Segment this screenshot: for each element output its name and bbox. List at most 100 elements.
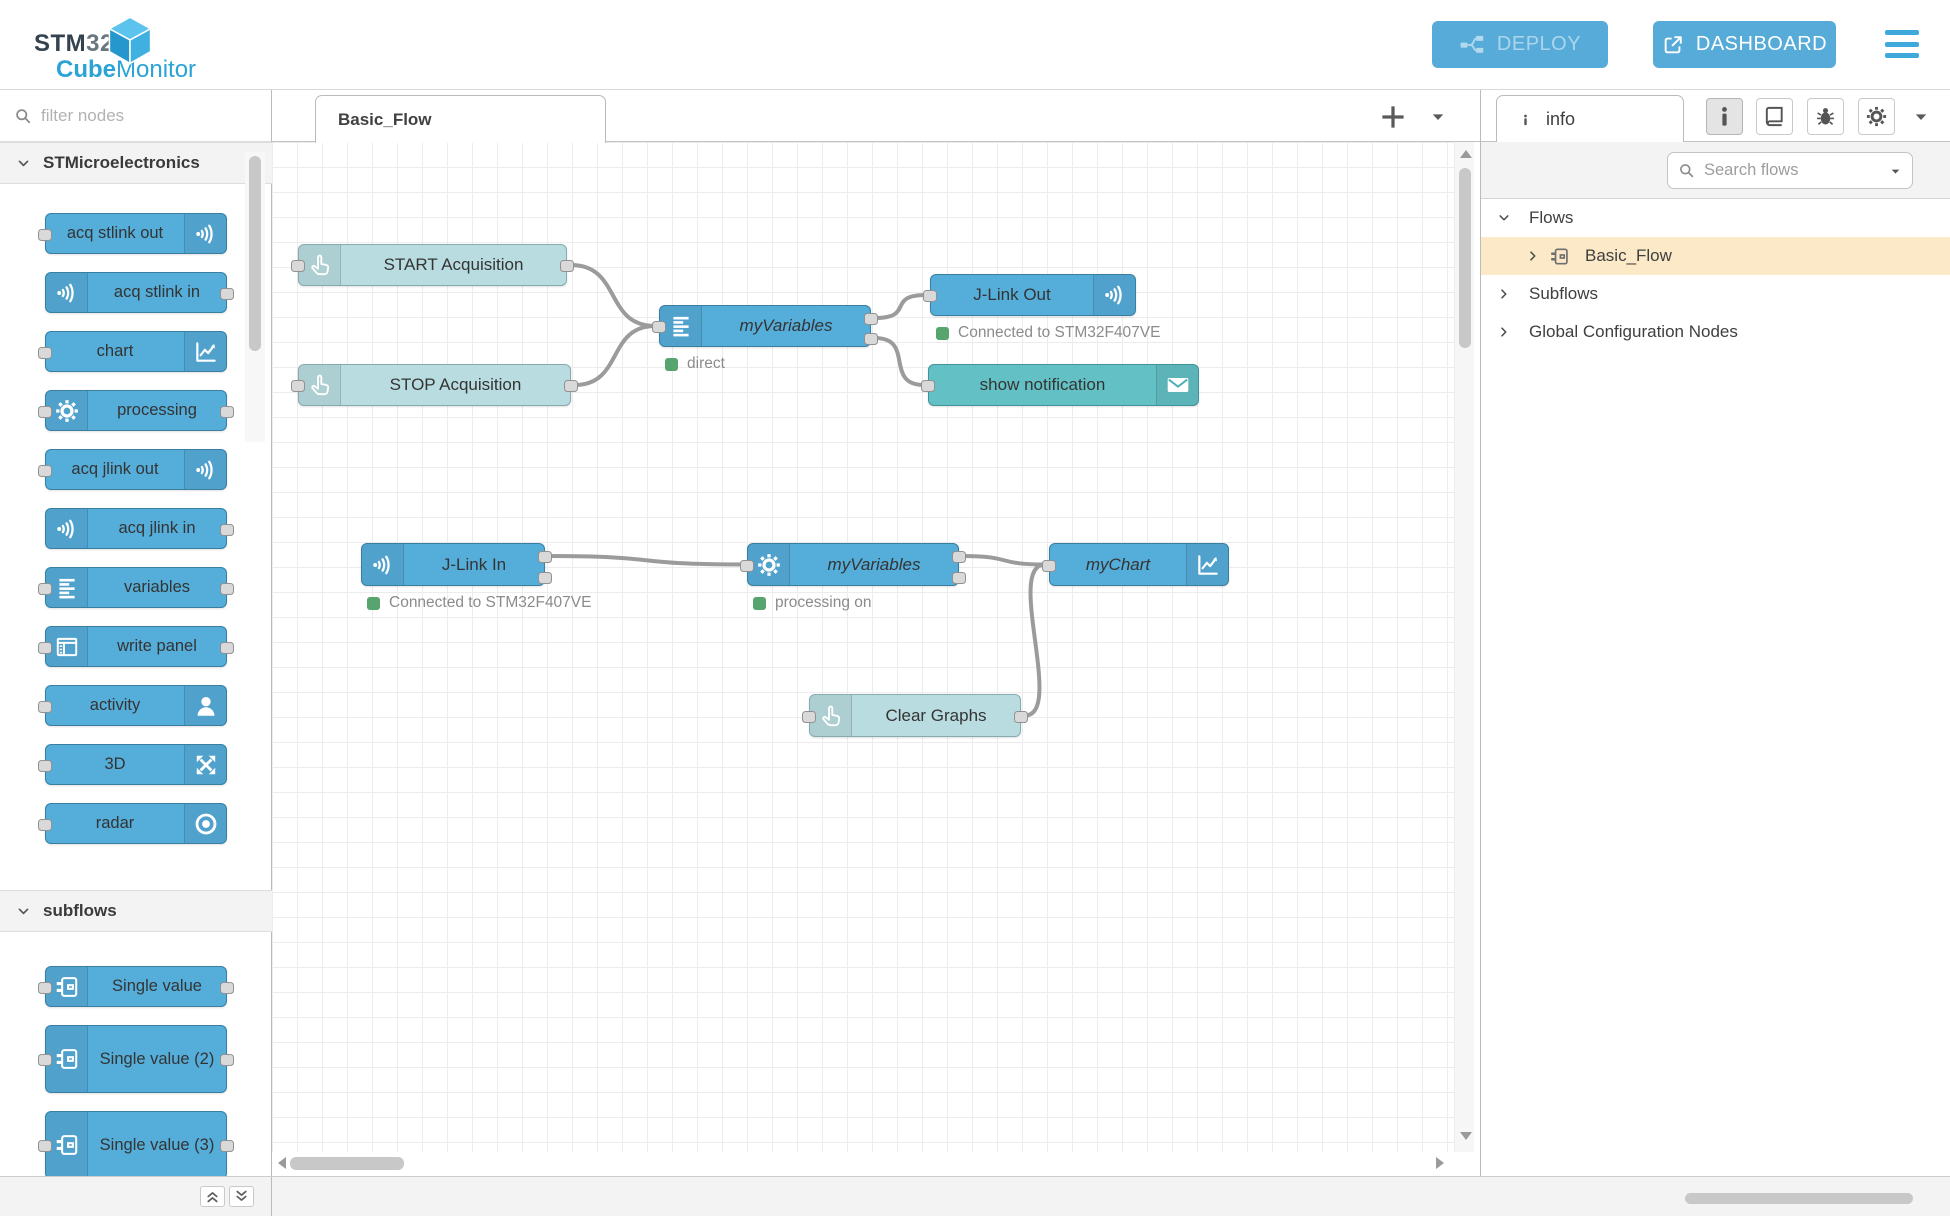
- node-port-input[interactable]: [38, 819, 52, 831]
- wire[interactable]: [575, 326, 655, 385]
- tree-item-flows[interactable]: Flows: [1481, 199, 1950, 237]
- scroll-left-arrow[interactable]: [278, 1157, 286, 1169]
- wire[interactable]: [875, 295, 926, 318]
- sidebar-config-button[interactable]: [1858, 98, 1895, 135]
- node-port-input[interactable]: [38, 760, 52, 772]
- node-port-input[interactable]: [38, 347, 52, 359]
- tree-item-subflows[interactable]: Subflows: [1481, 275, 1950, 313]
- tab-basic-flow[interactable]: Basic_Flow: [315, 95, 606, 143]
- flows-search-input[interactable]: [1704, 153, 1879, 188]
- flow-node-show-notification[interactable]: show notification: [928, 364, 1199, 406]
- node-port-input[interactable]: [38, 1140, 52, 1152]
- palette-node-single-value-3[interactable]: Single value (3): [45, 1111, 227, 1179]
- flow-node-stop-acquisition[interactable]: STOP Acquisition: [298, 364, 571, 406]
- tab-info[interactable]: info: [1496, 95, 1684, 143]
- node-port-output[interactable]: [220, 1140, 234, 1152]
- node-port-output[interactable]: [538, 551, 552, 563]
- collapse-all-button[interactable]: [200, 1186, 225, 1207]
- node-port-output[interactable]: [560, 260, 574, 272]
- palette-node-activity[interactable]: activity: [45, 685, 227, 726]
- node-port-input[interactable]: [921, 380, 935, 392]
- chevron-right-icon[interactable]: [1497, 287, 1511, 301]
- node-port-output[interactable]: [564, 380, 578, 392]
- node-port-input[interactable]: [38, 982, 52, 994]
- node-port-output[interactable]: [220, 1054, 234, 1066]
- palette-filter-input[interactable]: [41, 106, 221, 126]
- palette-node-acq-stlink-out[interactable]: acq stlink out: [45, 213, 227, 254]
- node-port-output[interactable]: [952, 551, 966, 563]
- wire[interactable]: [963, 556, 1045, 565]
- wire[interactable]: [875, 338, 924, 385]
- node-port-input[interactable]: [740, 560, 754, 572]
- node-port-input[interactable]: [38, 642, 52, 654]
- palette-node-3d[interactable]: 3D: [45, 744, 227, 785]
- chevron-down-icon[interactable]: [1497, 211, 1511, 225]
- chevron-right-icon[interactable]: [1497, 325, 1511, 339]
- palette-node-variables[interactable]: variables: [45, 567, 227, 608]
- sidebar-hscrollbar-thumb[interactable]: [1685, 1193, 1913, 1204]
- node-port-output[interactable]: [864, 313, 878, 325]
- dashboard-button[interactable]: DASHBOARD: [1653, 21, 1836, 68]
- node-port-input[interactable]: [38, 229, 52, 241]
- scroll-right-arrow[interactable]: [1436, 1157, 1444, 1169]
- node-port-input[interactable]: [291, 380, 305, 392]
- scroll-up-arrow[interactable]: [1460, 150, 1472, 158]
- node-port-output[interactable]: [220, 583, 234, 595]
- sidebar-info-button[interactable]: [1706, 98, 1743, 135]
- wire[interactable]: [571, 265, 655, 326]
- node-port-output[interactable]: [864, 333, 878, 345]
- sidebar-help-button[interactable]: [1756, 98, 1793, 135]
- node-port-input[interactable]: [38, 701, 52, 713]
- palette-node-acq-jlink-out[interactable]: acq jlink out: [45, 449, 227, 490]
- node-port-input[interactable]: [38, 465, 52, 477]
- hamburger-menu-button[interactable]: [1885, 28, 1919, 60]
- flow-node-j-link-in[interactable]: J-Link In: [361, 543, 545, 586]
- palette-node-write-panel[interactable]: write panel: [45, 626, 227, 667]
- tree-item-global-configuration-nodes[interactable]: Global Configuration Nodes: [1481, 313, 1950, 351]
- flow-node-myvariables[interactable]: myVariables: [659, 305, 871, 347]
- scroll-down-arrow[interactable]: [1460, 1132, 1472, 1140]
- deploy-button[interactable]: DEPLOY: [1432, 21, 1608, 68]
- node-port-input[interactable]: [923, 290, 937, 302]
- palette-node-single-value-2[interactable]: Single value (2): [45, 1025, 227, 1093]
- flow-node-mychart[interactable]: myChart: [1049, 543, 1229, 586]
- canvas-scrollbar-thumb[interactable]: [1459, 168, 1471, 348]
- palette-node-acq-jlink-in[interactable]: acq jlink in: [45, 508, 227, 549]
- node-port-output[interactable]: [220, 406, 234, 418]
- palette-node-radar[interactable]: radar: [45, 803, 227, 844]
- node-port-input[interactable]: [802, 711, 816, 723]
- node-port-input[interactable]: [38, 583, 52, 595]
- palette-node-processing[interactable]: processing: [45, 390, 227, 431]
- node-port-input[interactable]: [1042, 560, 1056, 572]
- canvas-horizontal-scrollbar[interactable]: [272, 1152, 1454, 1176]
- node-port-input[interactable]: [38, 1054, 52, 1066]
- flows-search-box[interactable]: [1667, 152, 1913, 189]
- sidebar-debug-button[interactable]: [1807, 98, 1844, 135]
- add-flow-button[interactable]: [1378, 102, 1408, 132]
- palette-scrollbar-thumb[interactable]: [249, 156, 261, 351]
- tab-list-button[interactable]: [1428, 108, 1448, 126]
- node-port-output[interactable]: [220, 524, 234, 536]
- palette-node-chart[interactable]: chart: [45, 331, 227, 372]
- node-port-output[interactable]: [220, 288, 234, 300]
- chevron-right-icon[interactable]: [1526, 249, 1540, 263]
- palette-node-single-value[interactable]: Single value: [45, 966, 227, 1007]
- node-port-output[interactable]: [220, 982, 234, 994]
- flow-node-myvariables[interactable]: myVariables: [747, 543, 959, 586]
- node-port-output[interactable]: [538, 572, 552, 584]
- tree-item-basic-flow[interactable]: Basic_Flow: [1481, 237, 1950, 275]
- flow-node-clear-graphs[interactable]: Clear Graphs: [809, 694, 1021, 737]
- node-port-output[interactable]: [220, 642, 234, 654]
- canvas-hscrollbar-thumb[interactable]: [290, 1157, 404, 1170]
- flow-node-j-link-out[interactable]: J-Link Out: [930, 274, 1136, 316]
- node-port-output[interactable]: [952, 572, 966, 584]
- node-port-input[interactable]: [291, 260, 305, 272]
- sidebar-tabs-caret[interactable]: [1911, 108, 1931, 126]
- wire[interactable]: [1025, 565, 1045, 716]
- palette-filter[interactable]: [0, 90, 271, 142]
- node-port-input[interactable]: [38, 406, 52, 418]
- palette-node-acq-stlink-in[interactable]: acq stlink in: [45, 272, 227, 313]
- flow-node-start-acquisition[interactable]: START Acquisition: [298, 244, 567, 286]
- node-port-output[interactable]: [1014, 711, 1028, 723]
- palette-category-subflows[interactable]: subflows: [0, 890, 272, 932]
